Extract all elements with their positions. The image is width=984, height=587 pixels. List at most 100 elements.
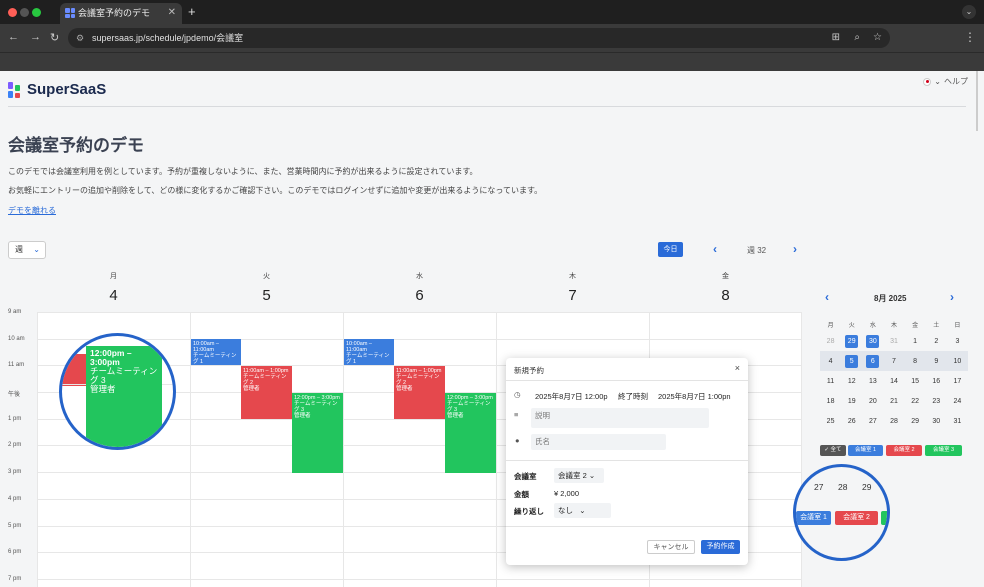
supersaas-logo[interactable]: SuperSaaS <box>8 81 106 98</box>
mini-day[interactable]: 7 <box>883 351 905 371</box>
mini-day[interactable]: 9 <box>925 351 947 371</box>
new-tab-button[interactable]: + <box>188 4 196 19</box>
cancel-button[interactable]: キャンセル <box>647 540 695 554</box>
url-field[interactable]: ⚙ supersaas.jp/schedule/jpdemo/会議室 ⊞ ⌕ ☆ <box>68 28 890 48</box>
mini-day[interactable]: 19 <box>841 391 862 411</box>
mini-day[interactable]: 24 <box>947 391 968 411</box>
page-title: 会議室予約のデモ <box>8 136 144 155</box>
magnified-red-event <box>62 354 86 386</box>
site-settings-icon[interactable]: ⚙ <box>76 28 84 48</box>
mini-day[interactable]: 10 <box>946 351 968 371</box>
back-arrow-icon[interactable]: ← <box>8 31 19 43</box>
browser-tab[interactable]: 会議室予約のデモ ✕ <box>60 3 182 24</box>
event-title: チームミーティング 3 <box>447 401 491 413</box>
mini-day[interactable]: 30 <box>926 411 947 431</box>
zoom-icon[interactable]: ⌕ <box>854 28 860 48</box>
dialog-close-icon[interactable]: × <box>735 363 740 373</box>
day-header-mon: 月4 <box>37 271 190 304</box>
mini-day[interactable]: 26 <box>841 411 862 431</box>
magnified-room2-chip[interactable]: 会議室 2 <box>835 511 878 525</box>
person-icon: ● <box>515 436 520 445</box>
mini-day[interactable]: 2 <box>926 331 947 351</box>
mini-day-number: 30 <box>866 334 880 348</box>
mini-day[interactable]: 11 <box>820 371 841 391</box>
mini-day[interactable]: 25 <box>820 411 841 431</box>
mini-day[interactable]: 4 <box>820 351 842 371</box>
magnified-event-card[interactable]: 12:00pm – 3:00pm チームミーティング 3 管理者 <box>86 346 162 447</box>
event-card[interactable]: 11:00am – 1:00pm チームミーティング 2 管理者 <box>241 366 292 419</box>
chevron-down-icon: ⌄ <box>934 77 941 86</box>
mini-day[interactable]: 31 <box>947 411 968 431</box>
filter-room1-chip[interactable]: 会議室 1 <box>848 445 883 456</box>
leave-demo-link[interactable]: デモを離れる <box>8 205 56 216</box>
magnified-day: 27 <box>814 482 824 492</box>
repeat-select[interactable]: なし ⌄ <box>554 503 611 518</box>
description-icon: ≡ <box>514 410 519 419</box>
event-card[interactable]: 11:00am – 1:00pm チームミーティング 2 管理者 <box>394 366 445 419</box>
event-card[interactable]: 12:00pm – 3:00pm チームミーティング 3 管理者 <box>445 393 496 473</box>
create-booking-button[interactable]: 予約作成 <box>701 540 740 554</box>
mini-day[interactable]: 29 <box>841 331 862 351</box>
filter-room2-chip[interactable]: 会議室 2 <box>886 445 922 456</box>
event-card[interactable]: 12:00pm – 3:00pm チームミーティング 3 管理者 <box>292 393 343 473</box>
address-bar-row: ← → ↻ ⚙ supersaas.jp/schedule/jpdemo/会議室… <box>0 24 984 52</box>
scrollbar[interactable] <box>976 71 978 131</box>
end-time-field[interactable]: 2025年8月7日 1:00pn <box>658 391 731 402</box>
mini-day[interactable]: 28 <box>820 331 841 351</box>
filter-all-chip[interactable]: ✓ 全て <box>820 445 846 456</box>
today-button[interactable]: 今日 <box>658 242 683 257</box>
mini-day[interactable]: 20 <box>862 391 883 411</box>
mini-day[interactable]: 23 <box>926 391 947 411</box>
translate-icon[interactable]: ⊞ <box>832 28 840 48</box>
mini-day[interactable]: 1 <box>905 331 926 351</box>
mini-day[interactable]: 16 <box>926 371 947 391</box>
next-month-chevron-icon[interactable]: › <box>950 290 954 304</box>
prev-month-chevron-icon[interactable]: ‹ <box>825 290 829 304</box>
help-menu[interactable]: ⌄ ヘルプ <box>923 76 968 87</box>
mini-day[interactable]: 21 <box>883 391 904 411</box>
mini-day[interactable]: 30 <box>862 331 883 351</box>
event-card[interactable]: 10:00am – 11:00am チームミーティング 1 <box>191 339 241 365</box>
mini-calendar-title: 8月 2025 <box>874 294 907 303</box>
browser-menu-icon[interactable]: ⋮ <box>964 30 976 44</box>
description-input[interactable]: 説明 <box>531 408 709 428</box>
magnified-room3-chip[interactable] <box>881 511 887 525</box>
japan-flag-icon[interactable] <box>923 77 932 86</box>
weekday-label: 火 <box>263 273 270 280</box>
event-card[interactable]: 10:00am – 11:00am チームミーティング 1 <box>344 339 394 365</box>
name-input[interactable]: 氏名 <box>531 434 666 450</box>
mini-weekday: 木 <box>890 322 897 329</box>
mini-day[interactable]: 14 <box>883 371 904 391</box>
mini-day[interactable]: 18 <box>820 391 841 411</box>
window-minimize-dot[interactable] <box>20 8 29 17</box>
mini-day[interactable]: 17 <box>947 371 968 391</box>
mini-day[interactable]: 13 <box>862 371 883 391</box>
forward-arrow-icon[interactable]: → <box>30 31 41 43</box>
magnified-room1-chip[interactable]: 会議室 1 <box>796 511 831 525</box>
room-select[interactable]: 会議室 2 ⌄ <box>554 468 604 483</box>
reload-icon[interactable]: ↻ <box>50 31 59 44</box>
mini-day[interactable]: 31 <box>883 331 904 351</box>
filter-room3-chip[interactable]: 会議室 3 <box>925 445 962 456</box>
mini-day[interactable]: 12 <box>841 371 862 391</box>
next-week-chevron-icon[interactable]: › <box>793 242 797 256</box>
mini-day[interactable]: 8 <box>904 351 926 371</box>
window-close-dot[interactable] <box>8 8 17 17</box>
mini-day[interactable]: 29 <box>905 411 926 431</box>
tab-close-icon[interactable]: ✕ <box>168 3 176 23</box>
mini-day-number: 5 <box>845 354 859 368</box>
start-time-field[interactable]: 2025年8月7日 12:00p <box>535 391 608 402</box>
mini-day[interactable]: 5 <box>841 351 863 371</box>
bookmark-star-icon[interactable]: ☆ <box>873 28 882 48</box>
tab-search-chevron-icon[interactable]: ⌄ <box>962 5 976 19</box>
view-select[interactable]: 週 ⌄ <box>8 241 46 259</box>
mini-day[interactable]: 3 <box>947 331 968 351</box>
mini-day[interactable]: 27 <box>862 411 883 431</box>
mini-day[interactable]: 28 <box>883 411 904 431</box>
logo-mark-icon <box>8 81 22 98</box>
mini-day[interactable]: 6 <box>862 351 884 371</box>
mini-day[interactable]: 15 <box>905 371 926 391</box>
prev-week-chevron-icon[interactable]: ‹ <box>713 242 717 256</box>
window-maximize-dot[interactable] <box>32 8 41 17</box>
mini-day[interactable]: 22 <box>905 391 926 411</box>
